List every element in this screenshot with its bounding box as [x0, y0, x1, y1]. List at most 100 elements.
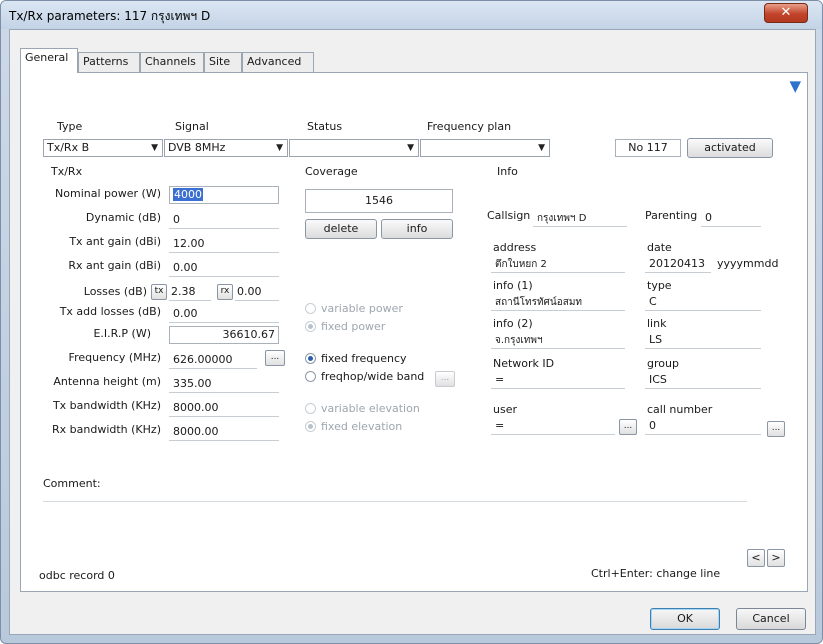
- call-number-value[interactable]: 0: [649, 419, 656, 432]
- frequency-value[interactable]: 626.00000: [173, 353, 233, 366]
- tx-ant-gain-value[interactable]: 12.00: [173, 237, 205, 250]
- field-underline: [169, 392, 279, 393]
- field-underline: [491, 272, 625, 273]
- dialog-window: Tx/Rx parameters: 117 กรุงเทพฯ D ✕ Gener…: [0, 0, 823, 644]
- close-button[interactable]: ✕: [764, 3, 808, 23]
- info1-label: info (1): [493, 279, 533, 292]
- tab-site[interactable]: Site: [204, 52, 242, 72]
- call-number-more-button[interactable]: ...: [767, 421, 785, 437]
- tx-bandwidth-value[interactable]: 8000.00: [173, 401, 219, 414]
- parenting-value[interactable]: 0: [705, 211, 712, 224]
- rx-ant-gain-label: Rx ant gain (dBi): [68, 259, 161, 272]
- ok-button[interactable]: OK: [650, 608, 720, 630]
- field-underline: [645, 272, 711, 273]
- variable-power-label: variable power: [321, 302, 403, 315]
- frequency-plan-select[interactable]: ▼: [420, 139, 550, 157]
- chevron-down-icon: ▼: [151, 143, 158, 153]
- address-value[interactable]: ตึกใบหยก 2: [495, 257, 547, 272]
- type-info-value[interactable]: C: [649, 295, 657, 308]
- tx-add-losses-value[interactable]: 0.00: [173, 307, 198, 320]
- frequency-plan-label: Frequency plan: [427, 120, 512, 133]
- info2-value[interactable]: จ.กรุงเทพฯ: [495, 333, 543, 348]
- fixed-power-radio[interactable]: [305, 321, 316, 332]
- frequency-label: Frequency (MHz): [68, 351, 161, 364]
- freqhop-radio[interactable]: [305, 371, 316, 382]
- tab-advanced[interactable]: Advanced: [242, 52, 314, 72]
- antenna-height-value[interactable]: 335.00: [173, 377, 212, 390]
- field-underline: [645, 388, 761, 389]
- change-line-hint: Ctrl+Enter: change line: [591, 567, 721, 580]
- tab-general[interactable]: General: [20, 48, 78, 73]
- variable-elevation-radio[interactable]: [305, 403, 316, 414]
- field-underline: [491, 348, 625, 349]
- cancel-button[interactable]: Cancel: [736, 608, 806, 630]
- variable-elevation-label: variable elevation: [321, 402, 420, 415]
- status-select[interactable]: ▼: [289, 139, 419, 157]
- field-underline: [169, 322, 279, 323]
- fixed-frequency-radio[interactable]: [305, 353, 316, 364]
- field-underline: [169, 300, 211, 301]
- type-label: Type: [57, 120, 83, 133]
- next-record-button[interactable]: >: [767, 549, 785, 567]
- rx-ant-gain-value[interactable]: 0.00: [173, 261, 198, 274]
- signal-select[interactable]: DVB 8MHz ▼: [164, 139, 288, 157]
- field-underline: [169, 252, 279, 253]
- frequency-more-button[interactable]: ...: [265, 350, 285, 366]
- tx-add-losses-label: Tx add losses (dB): [59, 305, 161, 318]
- type-select-value: Tx/Rx B: [47, 141, 90, 154]
- freqhop-label: freqhop/wide band: [321, 370, 425, 383]
- freqhop-more-button[interactable]: ...: [435, 371, 455, 387]
- type-select[interactable]: Tx/Rx B ▼: [43, 139, 163, 157]
- eirp-label: E.I.R.P (W): [93, 327, 151, 340]
- fixed-frequency-label: fixed frequency: [321, 352, 407, 365]
- group-value[interactable]: ICS: [649, 373, 667, 386]
- tx-losses-value[interactable]: 2.38: [171, 285, 196, 298]
- prev-record-button[interactable]: <: [747, 549, 765, 567]
- user-value[interactable]: =: [495, 419, 504, 432]
- collapse-arrow-icon[interactable]: ▼: [789, 77, 801, 95]
- coverage-delete-button[interactable]: delete: [305, 219, 377, 239]
- field-underline: [169, 228, 279, 229]
- eirp-field: 36610.67: [169, 326, 279, 344]
- callsign-value[interactable]: กรุงเทพฯ D: [537, 211, 586, 226]
- info1-value[interactable]: สถานีโทรทัศน์อสมท: [495, 295, 582, 310]
- signal-select-value: DVB 8MHz: [168, 141, 226, 154]
- activated-button[interactable]: activated: [687, 138, 773, 158]
- field-underline: [169, 368, 257, 369]
- rx-losses-value[interactable]: 0.00: [237, 285, 262, 298]
- user-more-button[interactable]: ...: [619, 419, 637, 435]
- rx-bandwidth-value[interactable]: 8000.00: [173, 425, 219, 438]
- field-underline: [645, 348, 761, 349]
- tx-losses-button[interactable]: tx: [151, 284, 167, 300]
- tab-patterns[interactable]: Patterns: [78, 52, 140, 72]
- fixed-elevation-radio[interactable]: [305, 421, 316, 432]
- nominal-power-input[interactable]: 4000: [169, 186, 279, 204]
- user-label: user: [493, 403, 517, 416]
- network-id-value[interactable]: =: [495, 373, 504, 386]
- general-panel: ▼ Type Signal Status Frequency plan Tx/R…: [20, 72, 808, 592]
- coverage-info-button[interactable]: info: [381, 219, 453, 239]
- field-underline: [235, 300, 279, 301]
- window-title: Tx/Rx parameters: 117 กรุงเทพฯ D: [9, 9, 211, 23]
- losses-label: Losses (dB): [83, 285, 147, 298]
- txrx-section-label: Tx/Rx: [51, 165, 83, 178]
- date-value[interactable]: 20120413: [649, 257, 705, 270]
- link-value[interactable]: LS: [649, 333, 662, 346]
- title-bar: Tx/Rx parameters: 117 กรุงเทพฯ D ✕: [1, 1, 822, 29]
- link-label: link: [647, 317, 667, 330]
- date-label: date: [647, 241, 672, 254]
- type-info-label: type: [647, 279, 672, 292]
- field-underline: [491, 434, 615, 435]
- tx-ant-gain-label: Tx ant gain (dBi): [69, 235, 161, 248]
- variable-power-radio[interactable]: [305, 303, 316, 314]
- field-underline: [491, 310, 625, 311]
- fixed-elevation-label: fixed elevation: [321, 420, 403, 433]
- dynamic-value[interactable]: 0: [173, 213, 180, 226]
- comment-field-line[interactable]: [43, 501, 747, 502]
- address-label: address: [493, 241, 537, 254]
- field-underline: [701, 226, 761, 227]
- rx-losses-button[interactable]: rx: [217, 284, 233, 300]
- tab-channels[interactable]: Channels: [140, 52, 204, 72]
- coverage-field[interactable]: 1546: [305, 189, 453, 213]
- chevron-down-icon: ▼: [276, 143, 283, 153]
